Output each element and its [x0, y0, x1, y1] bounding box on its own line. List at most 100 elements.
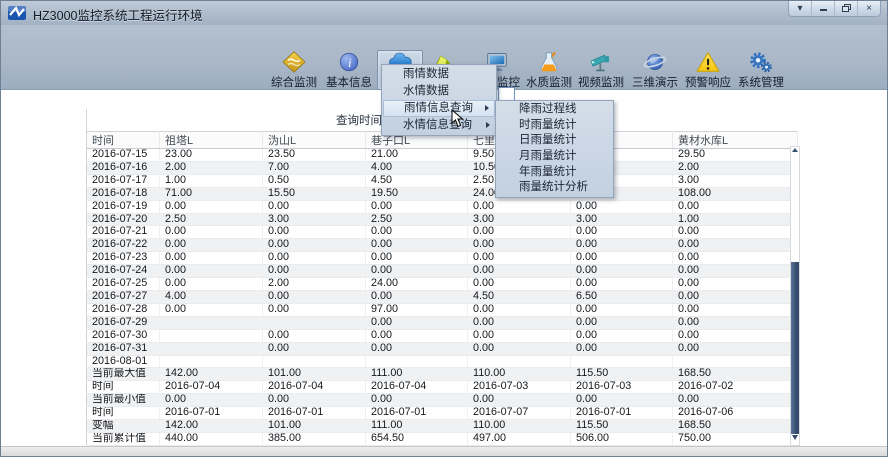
toolbar-button-system-management[interactable]: 系统管理 — [735, 50, 787, 88]
submenu-item-label: 雨量统计分析 — [519, 181, 588, 193]
value-cell: 0.00 — [366, 290, 468, 303]
composite-monitoring-icon — [268, 50, 320, 73]
value-cell: 1.00 — [160, 174, 263, 187]
menu-item-rain-data[interactable]: 雨情数据 — [383, 66, 495, 83]
value-cell: 0.00 — [673, 342, 798, 355]
value-cell: 0.00 — [366, 265, 468, 278]
table-row[interactable]: 2016-07-300.000.000.000.000.00 — [87, 329, 798, 342]
toolbar-label: 系统管理 — [735, 74, 787, 90]
scroll-down-arrow-icon[interactable] — [791, 435, 799, 440]
restore-button[interactable] — [835, 1, 858, 15]
table-row[interactable]: 2016-07-190.000.000.000.000.000.00 — [87, 200, 798, 213]
table-row[interactable]: 变幅142.00101.00111.00110.00115.50168.50 — [87, 420, 798, 433]
column-header-station-6[interactable]: 黄材水库L — [673, 132, 798, 149]
value-cell: 23.00 — [160, 149, 263, 162]
value-cell: 0.00 — [673, 252, 798, 265]
value-cell: 0.00 — [366, 200, 468, 213]
value-cell: 2016-07-01 — [571, 407, 673, 420]
table-row[interactable]: 2016-07-1523.0023.5021.009.5029.50 — [87, 149, 798, 162]
table-row[interactable]: 2016-07-162.007.004.0010.502.00 — [87, 161, 798, 174]
close-icon: × — [866, 3, 872, 14]
value-cell: 0.00 — [673, 303, 798, 316]
table-row[interactable]: 当前最大值142.00101.00111.00110.00115.50168.5… — [87, 368, 798, 381]
value-cell: 0.00 — [263, 200, 366, 213]
table-row[interactable]: 2016-07-290.000.000.000.00 — [87, 316, 798, 329]
toolbar-button-water-quality[interactable]: 水质监测 — [523, 50, 575, 88]
minimize-icon — [820, 9, 827, 11]
vertical-scrollbar[interactable] — [790, 146, 800, 446]
submenu-item-label: 年雨量统计 — [519, 166, 577, 178]
value-cell: 497.00 — [468, 432, 571, 445]
toolbar-button-basic-info[interactable]: i 基本信息 — [323, 50, 375, 88]
gears-icon — [735, 50, 787, 73]
toolbar-button-video-monitoring[interactable]: 视频监测 — [575, 50, 627, 88]
scroll-up-arrow-icon[interactable] — [791, 148, 799, 154]
minimize-button[interactable] — [812, 1, 835, 15]
row-label-cell: 当前最大值 — [87, 368, 160, 381]
value-cell: 71.00 — [160, 187, 263, 200]
table-row[interactable]: 2016-07-171.000.504.502.503.00 — [87, 174, 798, 187]
window-menu-button[interactable]: ▾ — [789, 1, 812, 15]
menu-item-water-info-query[interactable]: 水情信息查询 — [383, 117, 495, 134]
value-cell: 0.00 — [160, 200, 263, 213]
table-row[interactable]: 2016-07-220.000.000.000.000.000.00 — [87, 239, 798, 252]
toolbar-label: 水质监测 — [523, 74, 575, 90]
value-cell: 4.50 — [468, 290, 571, 303]
column-header-station-2[interactable]: 沩山L — [263, 132, 366, 149]
submenu-arrow-icon — [485, 105, 489, 111]
column-header-station-1[interactable]: 祖塔L — [160, 132, 263, 149]
value-cell: 0.00 — [468, 278, 571, 291]
value-cell: 4.00 — [160, 290, 263, 303]
menu-item-water-data[interactable]: 水情数据 — [383, 83, 495, 100]
submenu-item-monthly-rain-stats[interactable]: 月雨量统计 — [497, 149, 612, 165]
scrollbar-thumb[interactable] — [791, 262, 799, 434]
value-cell: 3.00 — [673, 174, 798, 187]
value-cell: 0.00 — [263, 239, 366, 252]
table-row[interactable]: 2016-07-202.503.002.503.003.001.00 — [87, 213, 798, 226]
value-cell: 0.00 — [571, 316, 673, 329]
table-row[interactable]: 2016-07-310.000.000.000.000.00 — [87, 342, 798, 355]
menu-item-rain-info-query[interactable]: 雨情信息查询 — [383, 100, 495, 117]
column-header-time[interactable]: 时间 — [87, 132, 160, 149]
value-cell: 0.00 — [571, 200, 673, 213]
table-row[interactable]: 2016-07-210.000.000.000.000.000.00 — [87, 226, 798, 239]
submenu-item-yearly-rain-stats[interactable]: 年雨量统计 — [497, 165, 612, 181]
toolbar-button-alert-response[interactable]: 预警响应 — [682, 50, 734, 88]
table-row[interactable]: 时间2016-07-012016-07-012016-07-012016-07-… — [87, 407, 798, 420]
row-label-cell: 2016-07-25 — [87, 278, 160, 291]
toolbar-label: 视频监测 — [575, 74, 627, 90]
table-row[interactable]: 2016-07-230.000.000.000.000.000.00 — [87, 252, 798, 265]
toolbar-button-3d-demo[interactable]: 三维演示 — [629, 50, 681, 88]
table-row[interactable]: 2016-07-250.002.0024.000.000.000.00 — [87, 278, 798, 291]
value-cell: 3.00 — [468, 213, 571, 226]
value-cell: 0.00 — [366, 239, 468, 252]
value-cell: 0.00 — [263, 303, 366, 316]
value-cell: 385.00 — [263, 432, 366, 445]
submenu-item-hourly-rain-stats[interactable]: 时雨量统计 — [497, 118, 612, 134]
toolbar-button-composite-monitoring[interactable]: 综合监测 — [268, 50, 320, 88]
close-button[interactable]: × — [858, 1, 880, 15]
value-cell — [673, 355, 798, 368]
row-label-cell: 2016-07-15 — [87, 149, 160, 162]
value-cell: 115.50 — [571, 420, 673, 433]
value-cell: 7.00 — [263, 161, 366, 174]
value-cell: 0.00 — [571, 303, 673, 316]
value-cell: 2016-07-03 — [468, 381, 571, 394]
row-label-cell: 2016-07-24 — [87, 265, 160, 278]
value-cell: 0.00 — [263, 329, 366, 342]
table-row[interactable]: 2016-08-01 — [87, 355, 798, 368]
table-row[interactable]: 时间2016-07-042016-07-042016-07-042016-07-… — [87, 381, 798, 394]
table-row[interactable]: 当前累计值440.00385.00654.50497.00506.00750.0… — [87, 432, 798, 445]
value-cell: 0.00 — [160, 252, 263, 265]
value-cell: 0.00 — [160, 394, 263, 407]
table-row[interactable]: 当前最小值0.000.000.000.000.000.00 — [87, 394, 798, 407]
submenu-item-rain-stats-analysis[interactable]: 雨量统计分析 — [497, 180, 612, 196]
table-row[interactable]: 2016-07-240.000.000.000.000.000.00 — [87, 265, 798, 278]
table-row[interactable]: 2016-07-1871.0015.5019.5024.00108.00 — [87, 187, 798, 200]
value-cell: 29.50 — [673, 149, 798, 162]
value-cell: 0.00 — [571, 252, 673, 265]
table-row[interactable]: 2016-07-280.000.0097.000.000.000.00 — [87, 303, 798, 316]
submenu-item-daily-rain-stats[interactable]: 日雨量统计 — [497, 133, 612, 149]
table-row[interactable]: 2016-07-274.000.000.004.506.500.00 — [87, 290, 798, 303]
submenu-item-rain-process-line[interactable]: 降雨过程线 — [497, 102, 612, 118]
